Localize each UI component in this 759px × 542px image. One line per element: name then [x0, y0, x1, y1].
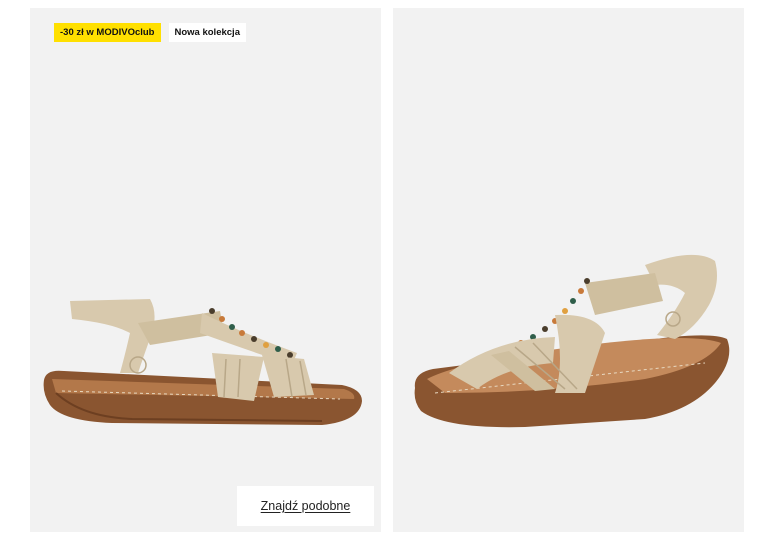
product-gallery: -30 zł w MODIVOclub Nowa kolekcja Znajdź… — [0, 0, 759, 542]
sandal-side-view-image — [43, 299, 362, 425]
badge-row: -30 zł w MODIVOclub Nowa kolekcja — [54, 23, 246, 42]
product-photo-angle[interactable] — [393, 8, 744, 532]
promo-badge: -30 zł w MODIVOclub — [54, 23, 161, 42]
sandal-three-quarter-view-image — [414, 254, 730, 428]
find-similar-button[interactable]: Znajdź podobne — [237, 486, 374, 526]
product-photo-side[interactable]: -30 zł w MODIVOclub Nowa kolekcja Znajdź… — [30, 8, 381, 532]
new-collection-badge: Nowa kolekcja — [168, 23, 246, 42]
